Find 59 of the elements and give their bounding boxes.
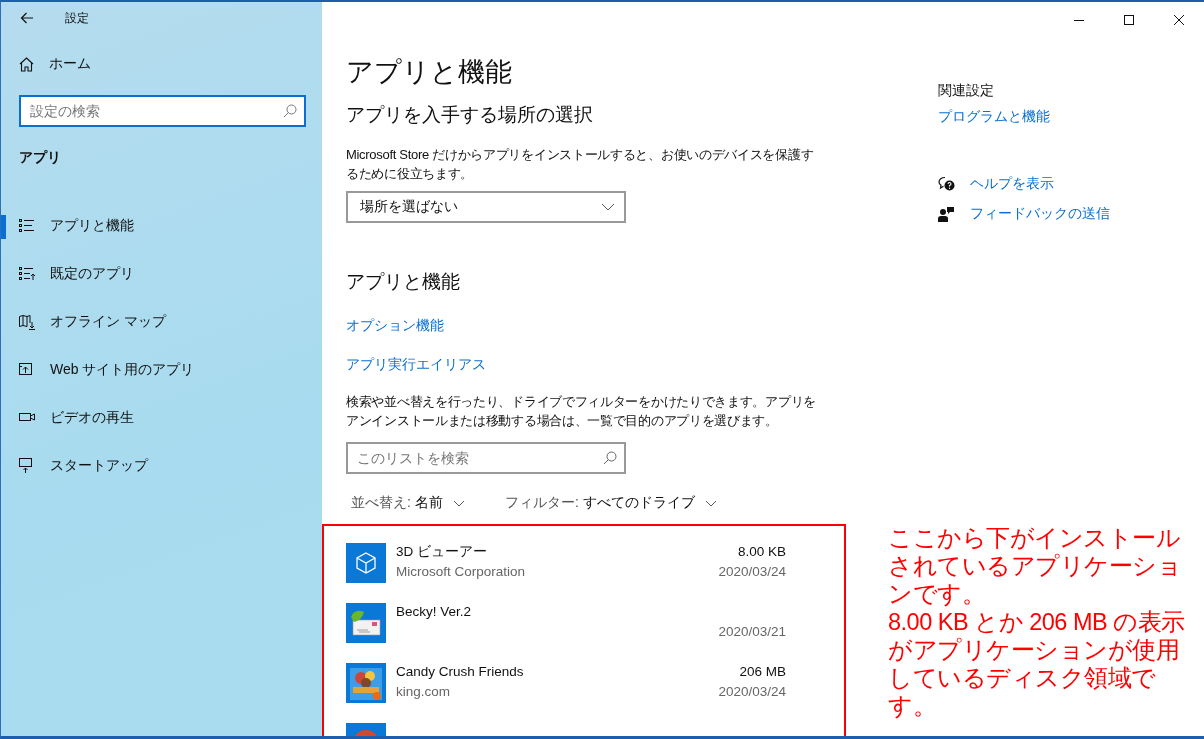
nav-item[interactable]: Web サイト用のアプリ xyxy=(1,346,322,394)
window-upload-icon xyxy=(19,362,35,378)
help-link[interactable]: ヘルプを表示 xyxy=(938,175,1054,193)
page-title: アプリと機能 xyxy=(346,56,513,89)
app-date: 2020/03/24 xyxy=(718,563,786,581)
app-date: 2020/03/24 xyxy=(718,683,786,701)
envelope-leaf-icon xyxy=(346,603,386,643)
search-field[interactable]: このリストを検索 xyxy=(346,442,626,474)
close-icon xyxy=(1173,14,1185,26)
section-heading: アプリを入手する場所の選択 xyxy=(346,103,594,127)
dropdown-value: 名前 xyxy=(414,494,443,512)
chevron-down-icon xyxy=(452,499,465,507)
app-date: 2020/03/21 xyxy=(718,623,786,641)
location-dropdown[interactable]: 場所を選ばない xyxy=(346,191,626,223)
dropdown-label: 並べ替え: xyxy=(351,494,411,512)
app-name[interactable]: 3D ビューアー xyxy=(396,543,719,561)
chevron-down-icon xyxy=(704,499,717,507)
annotation-text: 8.00 KB とか 206 MB の表示がアプリケーションが使用しているディスク領域です。 xyxy=(888,608,1186,720)
maximize-icon xyxy=(1123,14,1135,26)
app-name[interactable]: Candy Crush Friends xyxy=(396,663,719,681)
map-icon xyxy=(19,314,35,330)
help-link[interactable]: フィードバックの送信 xyxy=(938,205,1110,223)
home-icon xyxy=(19,56,34,72)
description-text: Microsoft Store だけからアプリをインストールすると、お使いのデバイスを保護するために役立ちます。 xyxy=(346,146,815,183)
nav-item[interactable]: アプリと機能 xyxy=(1,202,322,250)
app-publisher: king.com xyxy=(396,683,452,701)
nav-item[interactable]: ビデオの再生 xyxy=(1,394,322,442)
sort-dropdown[interactable]: 並べ替え: 名前 xyxy=(351,494,465,512)
dropdown-value: すべてのドライブ xyxy=(582,494,695,512)
link[interactable]: アプリ実行エイリアス xyxy=(346,355,486,374)
chevron-down-icon xyxy=(601,203,615,211)
search-icon xyxy=(603,451,617,465)
link[interactable]: プログラムと機能 xyxy=(938,108,1050,126)
home-nav-item[interactable]: ホーム xyxy=(1,44,322,84)
description-text: 検索や並べ替えを行ったり、ドライブでフィルターをかけたりできます。アプリをアンインストールまたは移動する場合は、一覧で目的のアプリを選びます。 xyxy=(346,393,817,430)
filter-dropdown[interactable]: フィルター: すべてのドライブ xyxy=(504,494,717,512)
annotation-text: ここから下がインストールされているアプリケーションです。 xyxy=(888,524,1182,608)
section-heading: アプリ xyxy=(19,149,62,167)
monitor-arrow-icon xyxy=(19,458,35,474)
nav-item[interactable]: 既定のアプリ xyxy=(1,250,322,298)
chat-question-icon xyxy=(938,176,955,192)
search-field[interactable]: 設定の検索 xyxy=(19,95,306,127)
window-title: 設定 xyxy=(65,9,89,27)
nav-item[interactable]: スタートアップ xyxy=(1,442,322,490)
list-icon xyxy=(19,218,35,234)
app-size: 8.00 KB xyxy=(736,543,786,561)
nav-item[interactable]: オフライン マップ xyxy=(1,298,322,346)
back-arrow-icon xyxy=(20,12,34,24)
link[interactable]: オプション機能 xyxy=(346,316,444,335)
dropdown-label: フィルター: xyxy=(504,494,579,512)
app-publisher: Microsoft Corporation xyxy=(396,563,527,581)
person-speech-icon xyxy=(938,206,955,222)
app-size: 206 MB xyxy=(738,663,786,681)
list-arrow-icon xyxy=(19,266,35,282)
section-heading: アプリと機能 xyxy=(346,270,461,294)
app-name[interactable]: Becky! Ver.2 xyxy=(396,603,719,621)
cube-icon xyxy=(346,543,386,583)
search-icon xyxy=(283,104,297,118)
section-heading: 関連設定 xyxy=(938,82,995,100)
